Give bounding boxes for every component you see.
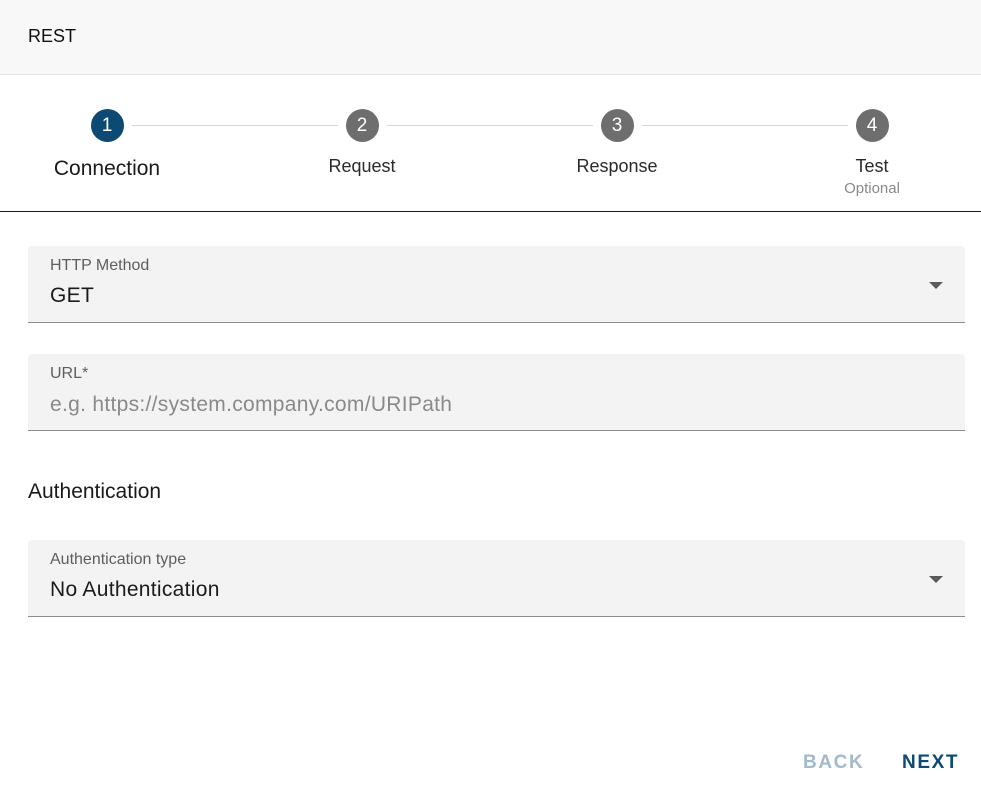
- authentication-type-select[interactable]: Authentication type No Authentication: [28, 540, 965, 617]
- dropdown-arrow-icon: [929, 282, 943, 289]
- http-method-select[interactable]: HTTP Method GET: [28, 246, 965, 323]
- next-button[interactable]: NEXT: [902, 752, 959, 774]
- authentication-type-value: No Authentication: [50, 578, 220, 601]
- step-number-badge: 3: [600, 109, 634, 142]
- dialog-title: REST: [28, 26, 77, 46]
- authentication-type-label: Authentication type: [50, 551, 187, 568]
- step-number-badge: 1: [90, 109, 124, 142]
- dialog-header: REST: [0, 0, 981, 75]
- back-button[interactable]: BACK: [803, 752, 864, 774]
- step-number-badge: 2: [345, 109, 379, 142]
- url-label: URL*: [50, 365, 89, 382]
- step-response[interactable]: 3 Response: [537, 109, 697, 177]
- stepper: 1 Connection 2 Request 3 Response 4 Test…: [0, 76, 981, 212]
- step-label: Request: [328, 156, 396, 176]
- url-field[interactable]: URL*: [28, 354, 965, 431]
- step-label: Test: [855, 156, 889, 176]
- dropdown-arrow-icon: [929, 576, 943, 583]
- step-request[interactable]: 2 Request: [282, 109, 442, 177]
- http-method-label: HTTP Method: [50, 257, 150, 274]
- step-connection[interactable]: 1 Connection: [27, 109, 187, 181]
- step-optional-label: Optional: [844, 180, 900, 197]
- url-input[interactable]: [50, 391, 930, 419]
- step-test[interactable]: 4 Test Optional: [792, 109, 952, 197]
- step-number-badge: 4: [855, 109, 889, 142]
- authentication-heading: Authentication: [28, 480, 162, 503]
- step-label: Connection: [53, 157, 161, 180]
- step-label: Response: [576, 156, 658, 176]
- http-method-value: GET: [50, 284, 95, 307]
